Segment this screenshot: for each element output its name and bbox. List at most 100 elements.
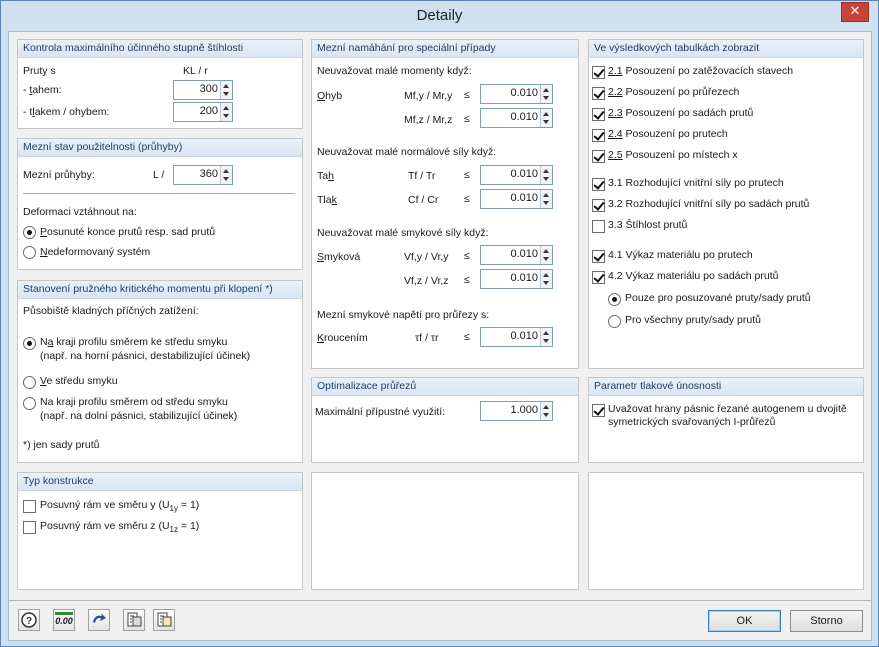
close-button[interactable]: ✕ — [841, 2, 869, 22]
construction-panel: Typ konstrukce Posuvný rám ve směru y (U… — [17, 472, 303, 590]
tension-spinner[interactable]: 300 — [173, 80, 233, 100]
result-2-2-checkbox[interactable] — [592, 87, 605, 100]
sway-z-checkbox[interactable] — [23, 521, 36, 534]
cancel-button[interactable]: Storno — [790, 610, 863, 632]
utilization-spinner[interactable]: 1.000 — [480, 401, 553, 421]
torsion-label: Mezní smykové napětí pro průřezy s: — [317, 309, 490, 321]
result-2-5-checkbox[interactable] — [592, 150, 605, 163]
all-members-radio[interactable] — [608, 315, 621, 328]
window-title: Detaily — [416, 7, 463, 24]
ok-button[interactable]: OK — [708, 610, 781, 632]
tau-spinner[interactable]: 0.010 — [480, 327, 553, 347]
empty-panel-middle — [311, 472, 579, 590]
t-formula: Tf / Tr — [408, 170, 436, 182]
serviceability-panel: Mezní stav použitelnosti (průhyby) Mezní… — [17, 138, 303, 270]
undeformed-radio[interactable] — [23, 246, 36, 259]
shear-center-radio[interactable] — [23, 376, 36, 389]
edge-to-center-note: (např. na horní pásnici, destabilizující… — [40, 350, 251, 362]
normal-label: Neuvažovat malé normálové síly když: — [317, 146, 497, 158]
deflection-spinner[interactable]: 360 — [173, 165, 233, 185]
footnote: *) jen sady prutů — [23, 439, 100, 451]
displaced-radio[interactable] — [23, 226, 36, 239]
deflection-unit: L / — [153, 169, 165, 181]
sway-y-checkbox[interactable] — [23, 500, 36, 513]
dialog-window: Detaily ✕ Kontrola maximálního účinného … — [0, 0, 879, 647]
result-3-3-label: 3.3 Štíhlost prutů — [608, 219, 688, 231]
spinner-arrows[interactable] — [540, 402, 552, 420]
deflection-limit-label: Mezní průhyby: — [23, 169, 95, 181]
results-title: Ve výsledkových tabulkách zobrazit — [589, 40, 863, 58]
my-spinner[interactable]: 0.010 — [480, 84, 553, 104]
dialog-client: Kontrola maximálního účinného stupně ští… — [8, 31, 872, 641]
designed-only-radio[interactable] — [608, 293, 621, 306]
edge-to-center-radio[interactable] — [23, 337, 36, 350]
load-point-label: Působiště kladných příčných zatížení: — [23, 305, 199, 317]
mz-spinner[interactable]: 0.010 — [480, 108, 553, 128]
compressive-title: Parametr tlakové únosnosti — [589, 378, 863, 396]
spinner-arrows[interactable] — [540, 109, 552, 127]
result-2-1-label: 2.1 Posouzení po zatěžovacích stavech — [608, 65, 794, 77]
result-4-2-checkbox[interactable] — [592, 271, 605, 284]
spinner-arrows[interactable] — [540, 270, 552, 288]
moments-label: Neuvažovat malé momenty když: — [317, 65, 472, 77]
vy-spinner[interactable]: 0.010 — [480, 245, 553, 265]
spinner-arrows[interactable] — [540, 166, 552, 184]
decimal-places-button[interactable]: 0.00 — [53, 609, 75, 631]
spinner-arrows[interactable] — [220, 81, 232, 99]
members-label: Pruty s — [23, 65, 56, 77]
edge-to-center-label: Na kraji profilu směrem ke středu smyku — [40, 336, 228, 348]
vz-op: ≤ — [464, 274, 470, 286]
slenderness-title: Kontrola maximálního účinného stupně ští… — [18, 40, 302, 58]
my-formula: Mf,y / Mr,y — [404, 90, 453, 102]
spinner-arrows[interactable] — [540, 190, 552, 208]
compression-label: - tlakem / ohybem: — [23, 106, 110, 118]
tension-label: - tahem: — [23, 84, 62, 96]
designed-only-label: Pouze pro posuzované pruty/sady prutů — [625, 292, 811, 304]
vz-spinner[interactable]: 0.010 — [480, 269, 553, 289]
result-2-3-label: 2.3 Posouzení po sadách prutů — [608, 107, 754, 119]
compression-spinner[interactable]: 200 — [173, 102, 233, 122]
result-4-2-label: 4.2 Výkaz materiálu po sadách prutů — [608, 270, 779, 282]
tau-formula: τf / τr — [415, 332, 439, 344]
result-2-2-label: 2.2 Posouzení po průřezech — [608, 86, 740, 98]
title-bar: Detaily ✕ — [1, 1, 878, 31]
result-4-1-label: 4.1 Výkaz materiálu po prutech — [608, 249, 753, 261]
result-2-5-label: 2.5 Posouzení po místech x — [608, 149, 738, 161]
klr-label: KL / r — [183, 65, 208, 77]
c-spinner[interactable]: 0.010 — [480, 189, 553, 209]
help-button[interactable]: ? — [18, 609, 40, 631]
all-members-label: Pro všechny pruty/sady prutů — [625, 314, 761, 326]
result-2-3-checkbox[interactable] — [592, 108, 605, 121]
result-3-3-checkbox[interactable] — [592, 220, 605, 233]
import-button[interactable] — [153, 609, 175, 631]
my-op: ≤ — [464, 89, 470, 101]
spinner-arrows[interactable] — [220, 166, 232, 184]
undeformed-label: Nedeformovaný systém — [40, 246, 151, 258]
bending-label: Ohyb — [317, 90, 343, 102]
empty-panel-right — [588, 472, 864, 590]
spinner-arrows[interactable] — [540, 85, 552, 103]
compression-value: 200 — [199, 105, 218, 117]
t-spinner[interactable]: 0.010 — [480, 165, 553, 185]
spinner-arrows[interactable] — [540, 328, 552, 346]
optimization-panel: Optimalizace průřezů Maximální přípustné… — [311, 377, 579, 463]
result-2-4-checkbox[interactable] — [592, 129, 605, 142]
spinner-arrows[interactable] — [540, 246, 552, 264]
redo-button[interactable] — [88, 609, 110, 631]
spinner-arrows[interactable] — [220, 103, 232, 121]
edge-away-radio[interactable] — [23, 397, 36, 410]
result-3-2-checkbox[interactable] — [592, 199, 605, 212]
result-3-1-checkbox[interactable] — [592, 178, 605, 191]
tau-value: 0.010 — [510, 330, 538, 342]
reference-label: Deformaci vztáhnout na: — [23, 206, 137, 218]
result-4-1-checkbox[interactable] — [592, 250, 605, 263]
mz-formula: Mf,z / Mr,z — [404, 114, 453, 126]
vy-formula: Vf,y / Vr,y — [404, 251, 449, 263]
compression-label: Tlak — [317, 194, 337, 206]
sway-y-label: Posuvný rám ve směru y (U1y = 1) — [40, 499, 200, 514]
export-button[interactable] — [123, 609, 145, 631]
flame-cut-checkbox[interactable] — [592, 404, 605, 417]
result-2-1-checkbox[interactable] — [592, 66, 605, 79]
tension-label: Tah — [317, 170, 334, 182]
utilization-label: Maximální přípustné využití: — [315, 406, 446, 418]
